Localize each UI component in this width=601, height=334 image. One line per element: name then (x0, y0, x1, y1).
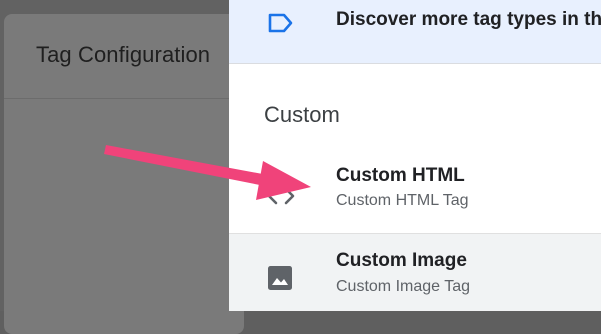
tag-name: Custom Image (336, 250, 467, 271)
code-icon (267, 187, 295, 205)
page-backdrop: Tag Configuration (0, 0, 244, 334)
divider (4, 98, 244, 99)
discover-more-text: Discover more tag types in the (336, 9, 601, 30)
image-icon (268, 266, 292, 290)
discover-more-tag-types-banner[interactable]: Discover more tag types in the (229, 0, 601, 64)
tag-outline-icon (268, 13, 293, 33)
tag-subtitle: Custom HTML Tag (336, 192, 469, 209)
tag-type-custom-image[interactable]: Custom Image Custom Image Tag (229, 233, 601, 311)
tag-configuration-title: Tag Configuration (36, 42, 211, 67)
tag-type-custom-html[interactable]: Custom HTML Custom HTML Tag (229, 158, 601, 230)
tag-type-panel: Discover more tag types in the Custom Cu… (229, 0, 601, 311)
tag-name: Custom HTML (336, 165, 465, 186)
tag-subtitle: Custom Image Tag (336, 278, 470, 295)
section-title-custom: Custom (264, 102, 340, 127)
